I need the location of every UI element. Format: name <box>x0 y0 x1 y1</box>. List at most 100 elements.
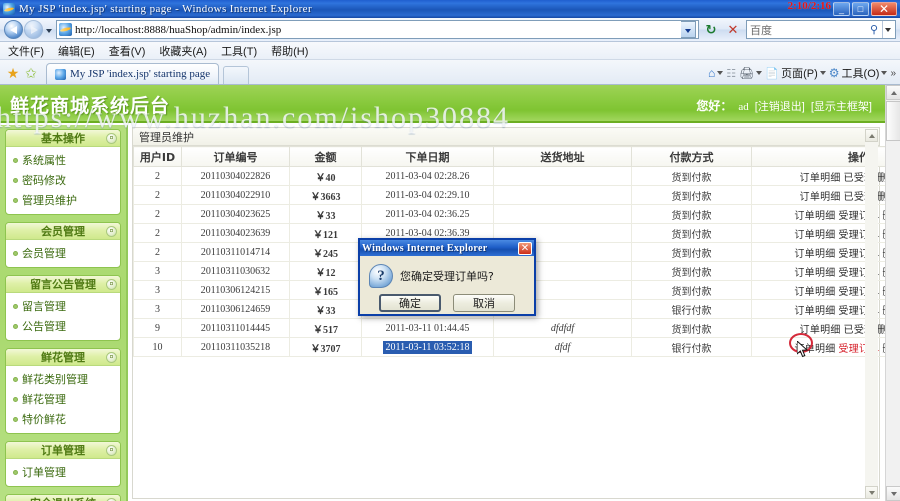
sidebar-item-admin-maintenance[interactable]: 管理员维护 <box>6 190 120 210</box>
operation-link[interactable]: 订单明细 <box>794 268 835 279</box>
sidebar-item-system-properties[interactable]: 系统属性 <box>6 150 120 170</box>
sidebar-item-notice-management[interactable]: 公告管理 <box>6 316 120 336</box>
collapse-icon[interactable]: ¤ <box>106 352 117 363</box>
overlay-timestamp: 2:10/2:16 <box>787 0 831 12</box>
menu-tools[interactable]: 工具(T) <box>221 43 257 59</box>
sidebar-group-header[interactable]: 鲜花管理 ¤ <box>6 349 120 366</box>
scroll-down-icon[interactable] <box>865 486 878 499</box>
operation-link[interactable]: 订单明细 <box>794 230 835 241</box>
sidebar-group-header[interactable]: 会员管理 ¤ <box>6 223 120 240</box>
sidebar-item-change-password[interactable]: 密码修改 <box>6 170 120 190</box>
table-row[interactable]: 2 20110304022826 ￥40 2011-03-04 02:28.26 货到付… <box>133 166 900 186</box>
dialog-close-icon[interactable]: ✕ <box>518 241 532 255</box>
column-header-amount[interactable]: 金额 <box>289 146 362 167</box>
operation-link[interactable]: 订单明细 <box>794 249 835 260</box>
cell-address: dfdf <box>493 337 632 357</box>
menu-file[interactable]: 文件(F) <box>8 43 44 59</box>
search-box[interactable]: 百度 ⚲ <box>746 20 896 39</box>
cell-order-date[interactable]: 2011-03-11 03:52:18 <box>361 337 494 357</box>
operation-link[interactable]: 订单明细 <box>794 344 835 355</box>
sidebar-group-header[interactable]: 基本操作 ¤ <box>6 130 120 147</box>
stop-icon[interactable]: ✕ <box>723 20 743 40</box>
cell-order-no: 20110304023639 <box>181 223 290 243</box>
sidebar-item-member-management[interactable]: 会员管理 <box>6 243 120 263</box>
refresh-icon[interactable]: ↻ <box>701 20 721 40</box>
feeds-button[interactable]: ☷ <box>726 67 736 80</box>
favorites-star-icon[interactable]: ★ <box>4 62 22 84</box>
column-header-order-no[interactable]: 订单编号 <box>181 146 290 167</box>
overflow-chevron-icon[interactable]: » <box>890 68 896 79</box>
cell-order-date[interactable]: 2011-03-04 02:28.26 <box>361 166 494 186</box>
sidebar-item-flower-management[interactable]: 鲜花管理 <box>6 389 120 409</box>
add-favorite-icon[interactable]: ✩ <box>22 62 40 84</box>
sidebar-item-message-management[interactable]: 留言管理 <box>6 296 120 316</box>
sidebar-group-title: 安全退出系统 <box>30 495 96 501</box>
search-input[interactable]: 百度 <box>750 22 866 38</box>
bullet-icon <box>13 376 18 382</box>
scroll-up-icon[interactable] <box>886 85 900 100</box>
close-button[interactable]: ✕ <box>871 2 897 16</box>
confirm-cancel-button[interactable]: 取消 <box>453 294 515 312</box>
sidebar-item-order-management[interactable]: 订单管理 <box>6 462 120 482</box>
sidebar-item-flower-category[interactable]: 鲜花类别管理 <box>6 369 120 389</box>
table-row[interactable]: 2 20110304022910 ￥3663 2011-03-04 02:29.10 货… <box>133 185 900 205</box>
cell-order-date[interactable]: 2011-03-11 01:44.45 <box>361 318 494 338</box>
scroll-up-icon[interactable] <box>865 129 878 142</box>
cell-order-no: 20110311014445 <box>181 318 290 338</box>
menu-help[interactable]: 帮助(H) <box>271 43 308 59</box>
operation-link[interactable]: 订单明细 <box>794 306 835 317</box>
column-header-address[interactable]: 送货地址 <box>493 146 632 167</box>
search-icon[interactable]: ⚲ <box>866 21 882 38</box>
print-button[interactable]: 🖨 <box>739 66 763 80</box>
cell-order-no: 20110311035218 <box>181 337 290 357</box>
forward-button[interactable] <box>24 20 43 39</box>
column-header-order-date[interactable]: 下单日期 <box>361 146 494 167</box>
sidebar-item-special-flowers[interactable]: 特价鲜花 <box>6 409 120 429</box>
browser-vertical-scrollbar[interactable] <box>885 85 900 501</box>
url-bar[interactable]: http://localhost:8888/huaShop/admin/inde… <box>56 20 699 39</box>
tab-favicon-icon <box>55 68 66 80</box>
url-text: http://localhost:8888/huaShop/admin/inde… <box>75 23 282 36</box>
search-provider-chevron-down-icon[interactable] <box>882 21 892 38</box>
scroll-down-icon[interactable] <box>886 486 900 501</box>
back-button[interactable] <box>4 20 23 39</box>
cell-amount: ￥165 <box>289 280 362 300</box>
menu-edit[interactable]: 编辑(E) <box>58 43 95 59</box>
operation-link[interactable]: 订单明细 <box>800 192 841 203</box>
home-button[interactable]: ⌂ <box>708 66 724 80</box>
new-tab-button[interactable] <box>223 66 250 84</box>
maximize-button[interactable]: □ <box>852 2 869 16</box>
url-history-chevron-down-icon[interactable] <box>681 21 696 38</box>
table-row[interactable]: 2 20110304023625 ￥33 2011-03-04 02:36.25 货到付… <box>133 204 900 224</box>
operation-link[interactable]: 订单明细 <box>800 173 841 184</box>
menu-favorites[interactable]: 收藏夹(A) <box>159 43 207 59</box>
cell-order-date[interactable]: 2011-03-04 02:36.25 <box>361 204 494 224</box>
tools-menu-button[interactable]: ⚙ 工具(O) <box>829 65 888 81</box>
sidebar-group-title: 鲜花管理 <box>41 351 85 364</box>
table-row[interactable]: 10 20110311035218 ￥3707 2011-03-11 03:52:18… <box>133 337 900 357</box>
browser-tab[interactable]: My JSP 'index.jsp' starting page <box>46 63 220 84</box>
content-vertical-scrollbar[interactable] <box>865 129 878 499</box>
menu-view[interactable]: 查看(V) <box>109 43 146 59</box>
page-menu-button[interactable]: 📄 页面(P) <box>765 65 826 81</box>
operation-link[interactable]: 订单明细 <box>794 211 835 222</box>
collapse-icon[interactable]: ¤ <box>106 279 117 290</box>
recent-pages-chevron-down-icon[interactable] <box>43 21 55 39</box>
collapse-icon[interactable]: ¤ <box>106 133 117 144</box>
column-header-payment[interactable]: 付款方式 <box>631 146 752 167</box>
table-row[interactable]: 9 20110311014445 ￥517 2011-03-11 01:44.45 df… <box>133 318 900 338</box>
sidebar-group-header[interactable]: 安全退出系统 ¤ <box>6 495 120 501</box>
cell-order-date[interactable]: 2011-03-04 02:29.10 <box>361 185 494 205</box>
collapse-icon[interactable]: ¤ <box>106 226 117 237</box>
scrollbar-thumb[interactable] <box>886 101 900 141</box>
collapse-icon[interactable]: ¤ <box>106 445 117 456</box>
sidebar-group-header[interactable]: 订单管理 ¤ <box>6 442 120 459</box>
minimize-button[interactable]: _ <box>833 2 850 16</box>
confirm-ok-button[interactable]: 确定 <box>379 294 441 312</box>
logout-link[interactable]: [注销退出] <box>755 98 805 114</box>
sidebar-group-header[interactable]: 留言公告管理 ¤ <box>6 276 120 293</box>
show-main-frame-link[interactable]: [显示主框架] <box>811 98 872 114</box>
operation-link[interactable]: 订单明细 <box>794 287 835 298</box>
column-header-user-id[interactable]: 用户ID <box>133 146 182 167</box>
operation-link[interactable]: 订单明细 <box>800 325 841 336</box>
